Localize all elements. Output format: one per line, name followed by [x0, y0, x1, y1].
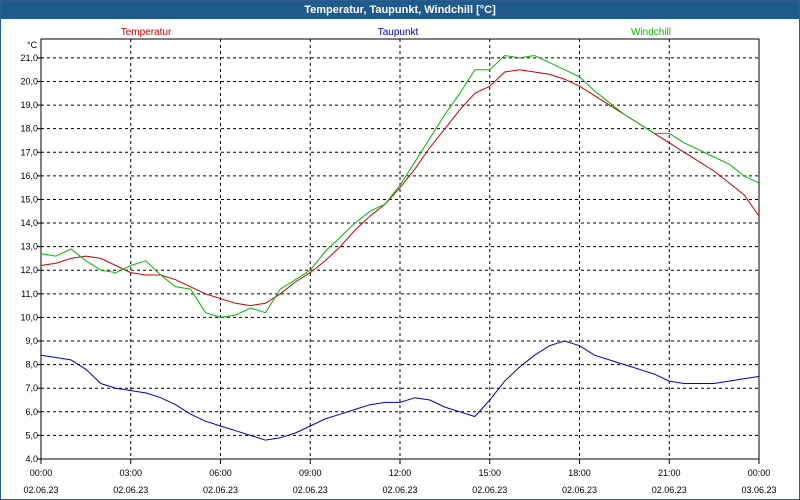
- y-tick-label: 19,0: [20, 100, 38, 110]
- x-tick-time-label: 06:00: [209, 468, 232, 478]
- axes: [37, 38, 760, 464]
- y-axis-unit-label: °C: [27, 40, 38, 50]
- x-tick-date-label: 02.06.23: [562, 485, 597, 495]
- x-tick-date-label: 02.06.23: [472, 485, 507, 495]
- y-tick-label: 12,0: [20, 265, 38, 275]
- x-tick-time-label: 15:00: [478, 468, 501, 478]
- x-tick-time-label: 09:00: [299, 468, 322, 478]
- x-tick-time-label: 03:00: [119, 468, 142, 478]
- y-tick-label: 5,0: [25, 430, 38, 440]
- y-tick-label: 17,0: [20, 147, 38, 157]
- legend: Temperatur Taupunkt Windchill: [121, 27, 671, 38]
- x-tick-date-label: 02.06.23: [23, 485, 58, 495]
- y-tick-label: 6,0: [25, 407, 38, 417]
- y-tick-label: 7,0: [25, 383, 38, 393]
- legend-entry-taupunkt: Taupunkt: [378, 27, 419, 38]
- legend-entry-temperatur: Temperatur: [121, 27, 172, 38]
- x-tick-date-label: 02.06.23: [203, 485, 238, 495]
- x-tick-time-label: 00:00: [748, 468, 771, 478]
- y-tick-label: 20,0: [20, 76, 38, 86]
- x-tick-date-label: 02.06.23: [113, 485, 148, 495]
- y-tick-label: 9,0: [25, 336, 38, 346]
- x-tick-time-label: 12:00: [389, 468, 412, 478]
- x-tick-labels: 00:00 02.06.23 03:00 02.06.23 06:00 02.06.23 0…: [23, 468, 776, 495]
- x-tick-date-label: 03.06.23: [741, 485, 776, 495]
- y-tick-label: 13,0: [20, 242, 38, 252]
- y-tick-label: 14,0: [20, 218, 38, 228]
- x-tick-time-label: 21:00: [658, 468, 681, 478]
- y-tick-label: 10,0: [20, 312, 38, 322]
- legend-entry-windchill: Windchill: [631, 27, 671, 38]
- y-tick-label: 8,0: [25, 360, 38, 370]
- grid-lines: [41, 39, 759, 460]
- line-chart: 4,0 5,0 6,0 7,0 8,0 9,0 10,0 11,0 12,0 13,0 14,0 15…: [20, 27, 776, 495]
- y-tick-label: 4,0: [25, 454, 38, 464]
- x-tick-time-label: 00:00: [30, 468, 53, 478]
- x-tick-date-label: 02.06.23: [293, 485, 328, 495]
- x-tick-date-label: 02.06.23: [652, 485, 687, 495]
- chart-window: Temperatur, Taupunkt, Windchill [°C] 4,0…: [0, 0, 800, 500]
- y-tick-label: 21,0: [20, 53, 38, 63]
- y-tick-label: 11,0: [21, 289, 38, 299]
- y-tick-label: 15,0: [20, 194, 38, 204]
- y-tick-labels: 4,0 5,0 6,0 7,0 8,0 9,0 10,0 11,0 12,0 13,0 14,0 15…: [20, 53, 38, 464]
- y-tick-label: 16,0: [20, 171, 38, 181]
- x-tick-time-label: 18:00: [568, 468, 591, 478]
- x-tick-date-label: 02.06.23: [382, 485, 417, 495]
- y-tick-label: 18,0: [20, 124, 38, 134]
